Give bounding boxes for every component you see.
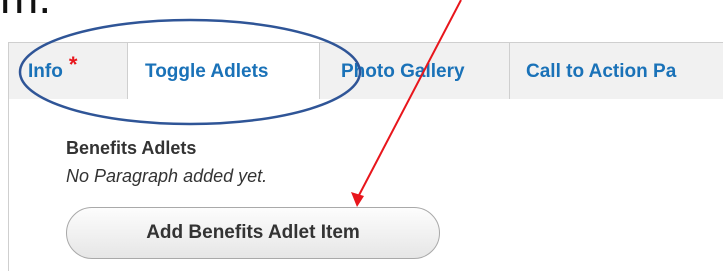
benefits-adlets-label: Benefits Adlets <box>66 138 197 158</box>
tab-bar: Info * Toggle Adlets Photo Gallery Call … <box>8 42 723 101</box>
tab-info[interactable]: Info * <box>9 43 128 100</box>
tab-call-to-action[interactable]: Call to Action Pa <box>510 43 723 100</box>
tab-toggle-adlets[interactable]: Toggle Adlets <box>128 43 320 101</box>
tab-call-to-action-label: Call to Action Pa <box>526 60 677 82</box>
document-text-fragment: m. <box>0 0 51 27</box>
required-asterisk: * <box>68 51 78 77</box>
tab-info-label: Info <box>28 60 63 82</box>
add-benefits-adlet-item-button[interactable]: Add Benefits Adlet Item <box>66 207 440 259</box>
tab-toggle-adlets-label: Toggle Adlets <box>145 61 269 82</box>
tab-photo-gallery-label: Photo Gallery <box>341 60 465 82</box>
tab-photo-gallery[interactable]: Photo Gallery <box>320 43 510 100</box>
empty-paragraph-message: No Paragraph added yet. <box>66 166 268 186</box>
